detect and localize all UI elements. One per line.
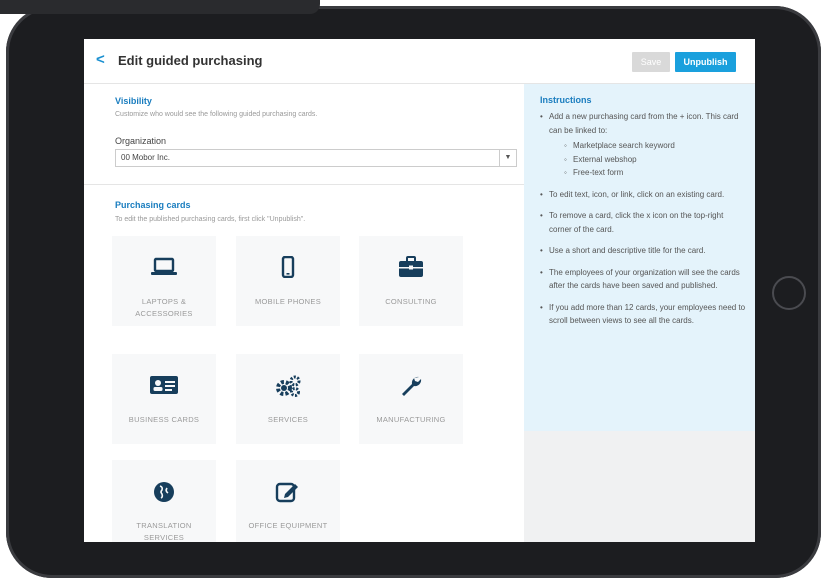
organization-select[interactable]: 00 Mobor Inc. ▼: [115, 149, 517, 167]
instruction-item: If you add more than 12 cards, your empl…: [540, 301, 746, 328]
mobile-phone-icon: [236, 256, 340, 280]
card-services[interactable]: SERVICES: [236, 354, 340, 444]
page-title: Edit guided purchasing: [118, 53, 263, 68]
organization-label: Organization: [115, 136, 167, 146]
instruction-item: The employees of your organization will …: [540, 266, 746, 293]
chevron-left-icon[interactable]: <: [96, 51, 105, 68]
main-panel: Visibility Customize who would see the f…: [84, 84, 524, 542]
instruction-subitem: Marketplace search keyword: [549, 139, 746, 153]
card-translation-services[interactable]: TRANSLATION SERVICES: [112, 460, 216, 542]
card-business-cards[interactable]: BUSINESS CARDS: [112, 354, 216, 444]
organization-value: 00 Mobor Inc.: [121, 153, 170, 162]
purchasing-cards-description: To edit the published purchasing cards, …: [115, 216, 306, 223]
card-label: LAPTOPS & ACCESSORIES: [135, 297, 193, 318]
briefcase-icon: [359, 256, 463, 280]
app-screen: < Edit guided purchasing Save Unpublish …: [84, 39, 755, 542]
instructions-box: Instructions Add a new purchasing card f…: [524, 84, 755, 431]
background-device-edge: [0, 0, 320, 14]
card-label: BUSINESS CARDS: [128, 415, 200, 424]
instruction-item: Add a new purchasing card from the + ico…: [540, 110, 746, 180]
save-button[interactable]: Save: [632, 52, 670, 72]
divider: [84, 184, 524, 185]
card-laptops[interactable]: LAPTOPS & ACCESSORIES: [112, 236, 216, 326]
card-manufacturing[interactable]: MANUFACTURING: [359, 354, 463, 444]
unpublish-button[interactable]: Unpublish: [675, 52, 736, 72]
home-button[interactable]: [772, 276, 806, 310]
gears-icon: [236, 374, 340, 398]
purchasing-cards-title: Purchasing cards: [115, 200, 191, 210]
instruction-subitem: Free-text form: [549, 166, 746, 180]
instructions-list: Add a new purchasing card from the + ico…: [540, 110, 746, 336]
card-label: MOBILE PHONES: [255, 297, 321, 306]
chevron-down-icon[interactable]: ▼: [499, 150, 516, 166]
card-label: OFFICE EQUIPMENT: [248, 521, 328, 530]
card-label: CONSULTING: [385, 297, 437, 306]
instruction-item: To remove a card, click the x icon on th…: [540, 209, 746, 236]
card-label: SERVICES: [267, 415, 309, 424]
instructions-title: Instructions: [540, 95, 592, 105]
wrench-icon: [359, 374, 463, 398]
card-mobile-phones[interactable]: MOBILE PHONES: [236, 236, 340, 326]
visibility-description: Customize who would see the following gu…: [115, 111, 318, 118]
card-office-equipment[interactable]: OFFICE EQUIPMENT: [236, 460, 340, 542]
instructions-panel: Instructions Add a new purchasing card f…: [524, 84, 755, 542]
laptop-icon: [112, 256, 216, 280]
globe-icon: [112, 480, 216, 504]
instruction-subitem: External webshop: [549, 153, 746, 167]
card-consulting[interactable]: CONSULTING: [359, 236, 463, 326]
card-label: TRANSLATION SERVICES: [136, 521, 192, 542]
instruction-item: Use a short and descriptive title for th…: [540, 244, 746, 258]
page-header: < Edit guided purchasing Save Unpublish: [84, 39, 755, 84]
edit-icon: [236, 480, 340, 504]
instruction-sublist: Marketplace search keyword External webs…: [549, 139, 746, 180]
card-label: MANUFACTURING: [376, 415, 446, 424]
instruction-text: Add a new purchasing card from the + ico…: [549, 112, 739, 135]
instruction-item: To edit text, icon, or link, click on an…: [540, 188, 746, 202]
id-card-icon: [112, 374, 216, 398]
visibility-title: Visibility: [115, 96, 152, 106]
